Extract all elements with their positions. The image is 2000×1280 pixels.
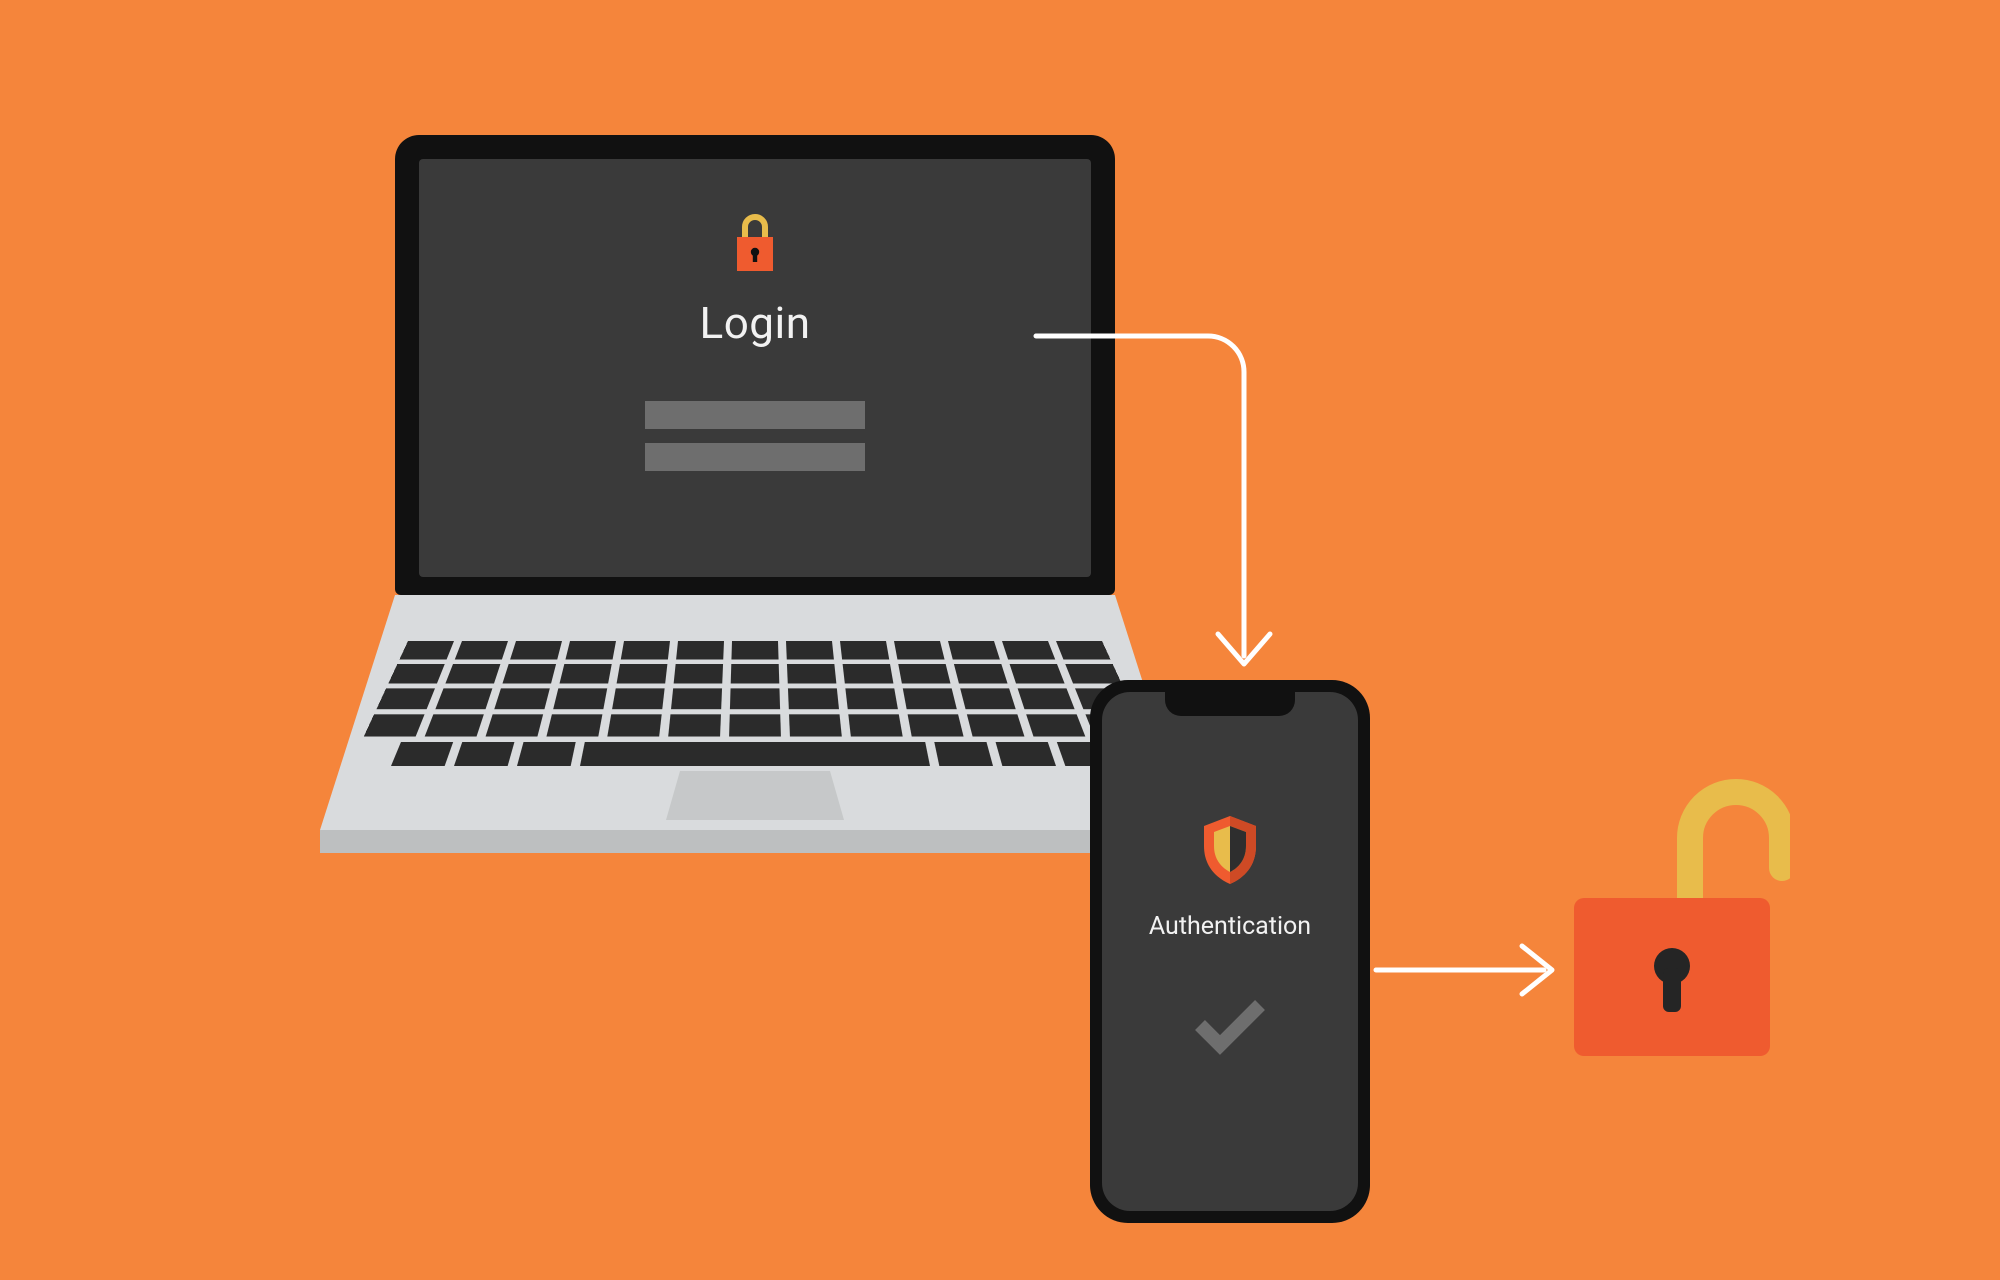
arrow-laptop-to-phone-icon (1032, 332, 1292, 702)
arrow-phone-to-lock-icon (1372, 940, 1562, 1000)
diagram-stage: Login (0, 0, 2000, 1280)
phone-screen: Authentication (1102, 692, 1358, 1211)
username-field[interactable] (645, 401, 865, 429)
unlocked-padlock-icon (1560, 770, 1790, 1070)
phone-device: Authentication (1090, 680, 1370, 1223)
laptop-screen-frame: Login (395, 135, 1115, 595)
phone-notch (1165, 692, 1295, 716)
login-form (645, 401, 865, 471)
shield-icon (1198, 812, 1262, 888)
laptop-screen: Login (419, 159, 1091, 577)
login-title: Login (700, 297, 811, 349)
check-icon (1190, 993, 1270, 1057)
authentication-title: Authentication (1149, 912, 1311, 941)
lock-icon (731, 211, 779, 275)
password-field[interactable] (645, 443, 865, 471)
